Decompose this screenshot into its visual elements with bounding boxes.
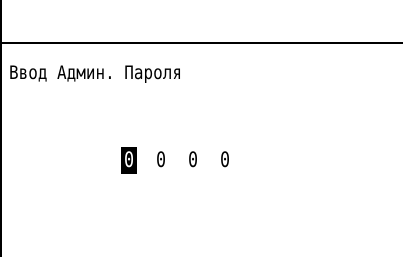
header-divider [0,42,403,44]
password-entry-screen: Ввод Админ. Пароля 0 0 0 0 [0,0,403,257]
password-digit-3[interactable]: 0 [185,147,201,174]
left-border [0,0,2,257]
password-digits: 0 0 0 0 [119,146,247,174]
screen-title: Ввод Админ. Пароля [9,62,182,84]
password-digit-2[interactable]: 0 [153,147,169,174]
password-digit-1[interactable]: 0 [121,146,137,174]
password-digit-4[interactable]: 0 [217,147,233,174]
